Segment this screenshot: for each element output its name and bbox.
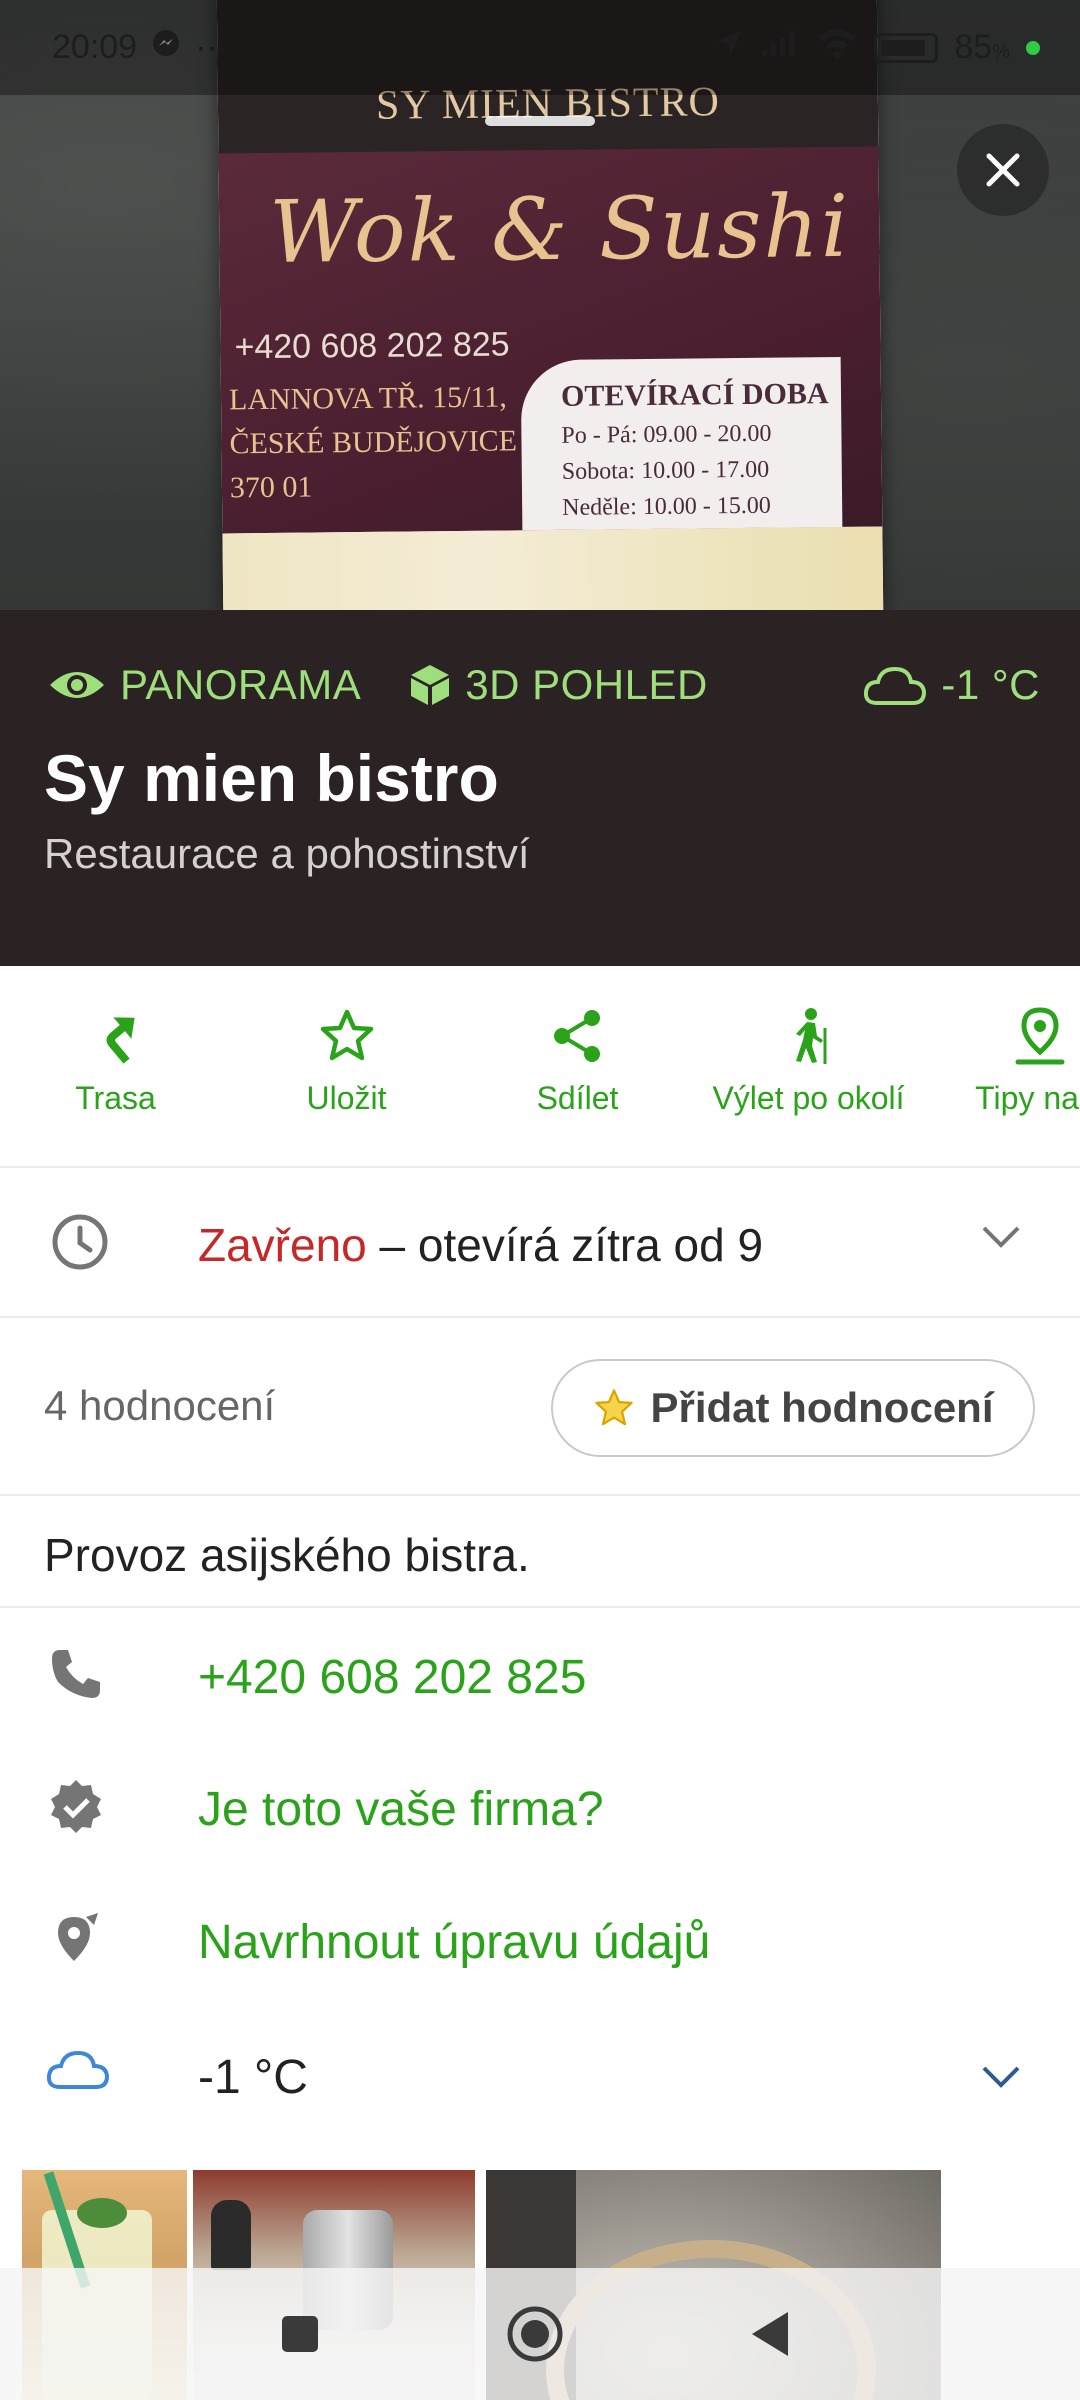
add-rating-button[interactable]: Přidat hodnocení — [551, 1359, 1035, 1457]
more-notifications: ··· — [195, 28, 230, 66]
flyer-address: LANNOVA TŘ. 15/11, ČESKÉ BUDĚJOVICE 370 … — [228, 380, 518, 505]
trip-nearby-button[interactable]: Výlet po okolí — [693, 1006, 924, 1117]
cube-icon — [411, 665, 450, 705]
claim-business-row[interactable]: Je toto vaše firma? — [0, 1744, 1080, 1874]
chevron-down-icon[interactable] — [976, 1212, 1026, 1267]
flyer-hours: OTEVÍRACÍ DOBA Po - Pá: 09.00 - 20.00 So… — [520, 356, 843, 531]
close-button[interactable] — [957, 124, 1049, 216]
privacy-dot — [1026, 40, 1040, 55]
weather-temperature: -1 °C — [198, 2051, 308, 2104]
weather-row[interactable]: -1 °C — [0, 2012, 1080, 2142]
share-icon — [553, 1010, 600, 1062]
system-navigation-bar — [0, 2268, 1080, 2400]
tips-button[interactable]: Tipy na v — [924, 1006, 1080, 1117]
wifi-icon — [816, 27, 858, 68]
cloud-icon — [46, 2044, 110, 2099]
suggest-edit-link[interactable]: Navrhnout úpravu údajů — [198, 1915, 710, 1970]
hiker-icon — [795, 1008, 826, 1064]
recents-button[interactable] — [220, 2268, 380, 2400]
rating-row: 4 hodnocení Přidat hodnocení — [0, 1320, 1080, 1496]
messenger-icon — [151, 28, 181, 67]
place-category: Restaurace a pohostinství — [44, 830, 530, 877]
opening-hours-row[interactable]: Zavřeno – otevírá zítra od 9 — [0, 1168, 1080, 1318]
weather-chip[interactable]: -1 °C — [863, 661, 1040, 709]
cloud-icon — [864, 666, 927, 705]
route-arrow-icon — [105, 1017, 135, 1064]
panorama-button[interactable]: PANORAMA — [48, 661, 361, 709]
signal-icon — [760, 28, 800, 67]
star-icon — [320, 1009, 373, 1061]
flyer-phone: +420 608 202 825 — [234, 325, 510, 367]
star-outline-icon — [595, 1389, 634, 1426]
triangle-back-icon — [752, 2312, 788, 2356]
home-button[interactable] — [455, 2268, 615, 2400]
save-button[interactable]: Uložit — [231, 1006, 462, 1117]
closed-status: Zavřeno — [198, 1219, 367, 1271]
circle-icon — [507, 2306, 563, 2362]
verified-badge-icon — [46, 1776, 106, 1841]
3d-view-button[interactable]: 3D POHLED — [409, 661, 708, 709]
route-button[interactable]: Trasa — [0, 1006, 231, 1117]
rating-count[interactable]: 4 hodnocení — [44, 1382, 275, 1430]
phone-row[interactable]: +420 608 202 825 — [0, 1612, 1080, 1742]
location-arrow-icon — [714, 28, 744, 67]
claim-business-link[interactable]: Je toto vaše firma? — [198, 1782, 604, 1837]
battery-level: 85% — [954, 28, 1010, 66]
description-text: Provoz asijského bistra. — [44, 1529, 530, 1581]
place-header: PANORAMA 3D POHLED -1 °C Sy mien bistro … — [0, 610, 1080, 966]
close-icon — [986, 153, 1020, 187]
clock-icon — [50, 1212, 110, 1277]
phone-icon — [46, 1644, 106, 1709]
location-pin-icon — [1015, 1007, 1064, 1065]
status-bar: 20:09 ··· 85% — [0, 0, 1080, 95]
square-icon — [282, 2316, 318, 2352]
battery-icon — [874, 32, 939, 63]
edit-location-icon — [46, 1909, 106, 1974]
opening-detail: – otevírá zítra od 9 — [366, 1219, 764, 1271]
phone-number[interactable]: +420 608 202 825 — [198, 1650, 586, 1705]
chevron-down-icon[interactable] — [976, 2052, 1026, 2107]
description-row: Provoz asijského bistra. — [0, 1498, 1080, 1608]
suggest-edit-row[interactable]: Navrhnout úpravu údajů — [0, 1877, 1080, 2007]
eye-icon — [50, 672, 104, 698]
back-button[interactable] — [690, 2268, 850, 2400]
share-button[interactable]: Sdílet — [462, 1006, 693, 1117]
flyer-script: Wok & Sushi — [268, 176, 851, 283]
clock: 20:09 — [52, 28, 138, 66]
action-row: Trasa Uložit Sdílet Výlet po okolí Tipy … — [0, 966, 1080, 1168]
sheet-drag-handle[interactable] — [485, 116, 595, 126]
place-title: Sy mien bistro — [44, 741, 499, 815]
